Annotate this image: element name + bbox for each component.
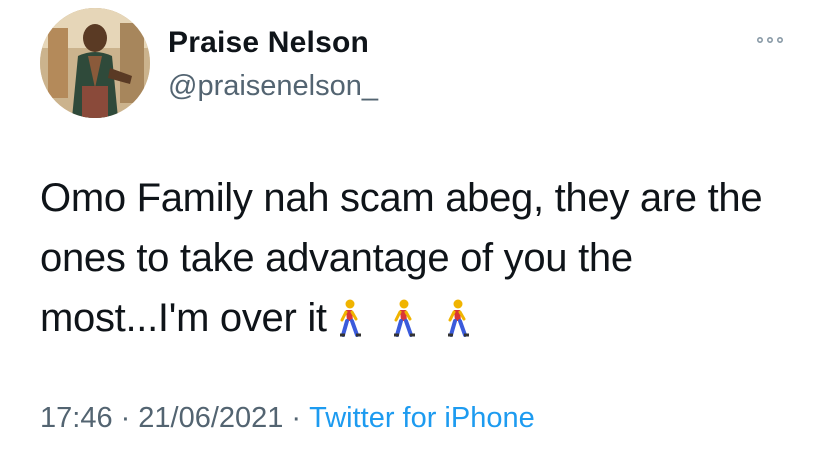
user-handle[interactable]: @praisenelson_ (168, 70, 378, 103)
tweet-source-link[interactable]: Twitter for iPhone (309, 402, 535, 434)
tweet-date[interactable]: 21/06/2021 (138, 402, 283, 434)
tweet-text: Omo Family nah scam abeg, they are the o… (40, 168, 800, 354)
tweet-card: Praise Nelson @praisenelson_ Omo Family … (0, 0, 828, 458)
meta-separator: · (291, 402, 302, 434)
tweet-time[interactable]: 17:46 (40, 402, 113, 434)
person-walking-icon (339, 299, 361, 337)
more-options-icon (757, 37, 783, 44)
more-options-button[interactable] (752, 28, 788, 52)
meta-separator: · (120, 402, 131, 434)
emoji-group (327, 294, 469, 354)
tweet-meta: 17:46 · 21/06/2021 · Twitter for iPhone (40, 402, 535, 435)
display-name[interactable]: Praise Nelson (168, 26, 369, 60)
person-walking-icon (393, 299, 415, 337)
profile-photo-icon (40, 8, 150, 118)
avatar[interactable] (40, 8, 150, 118)
person-walking-icon (447, 299, 469, 337)
